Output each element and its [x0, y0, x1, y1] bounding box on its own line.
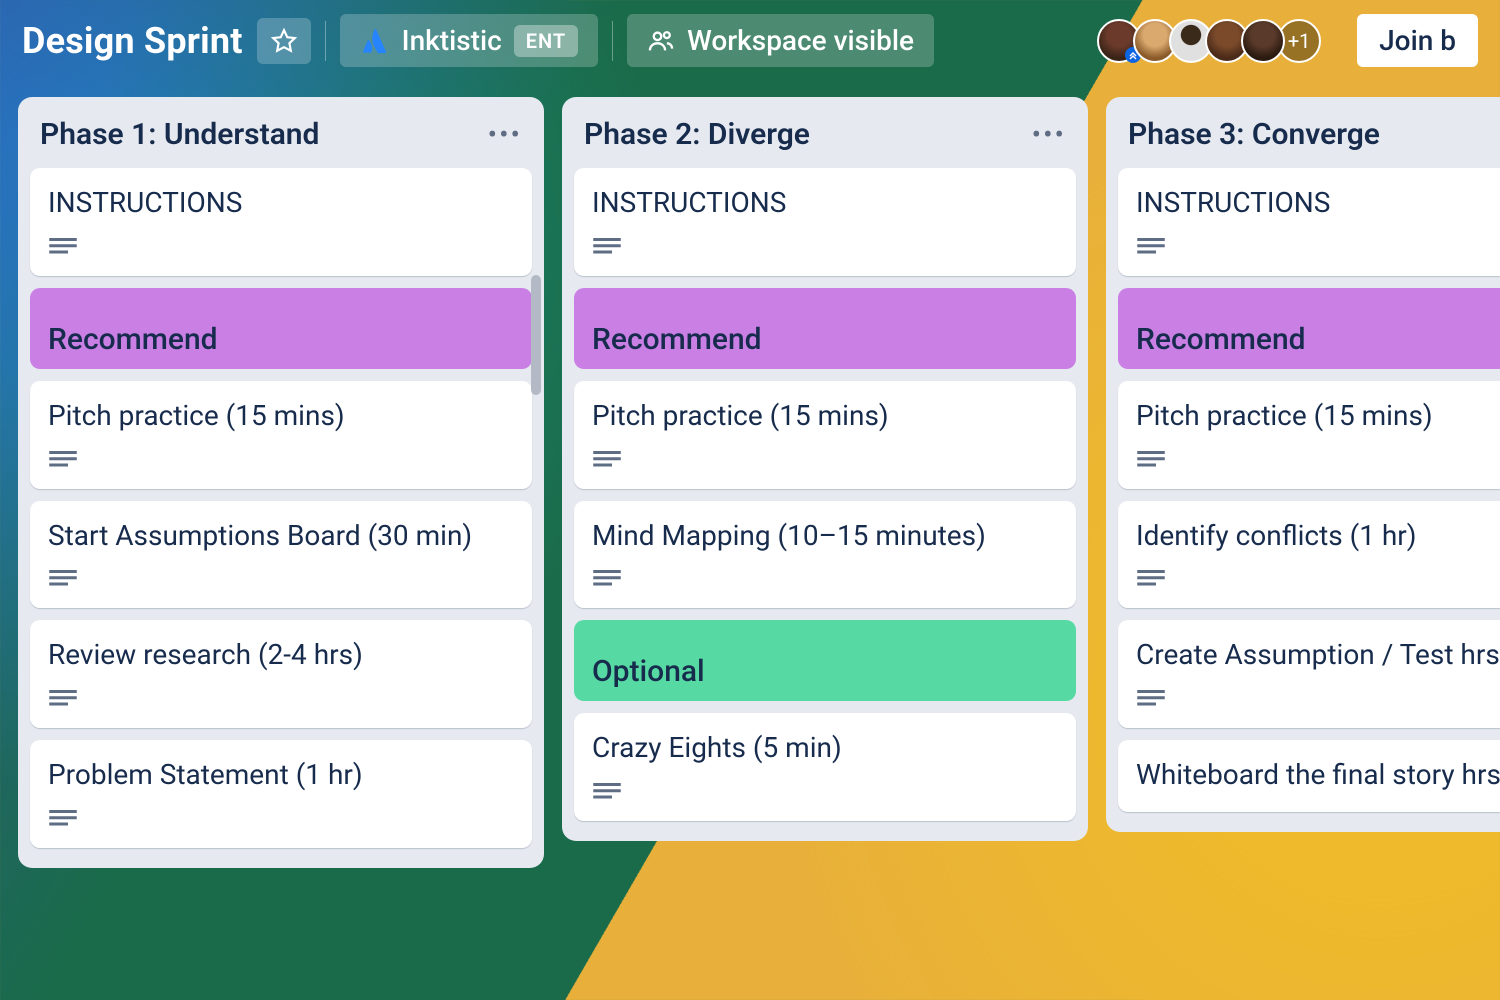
description-icon: [592, 449, 622, 471]
people-icon: [647, 27, 675, 55]
list-title[interactable]: Phase 1: Understand: [40, 117, 319, 152]
card-has-description-icon: [1136, 688, 1500, 710]
card-title: Identify conflicts (1 hr): [1136, 517, 1500, 555]
star-icon: [271, 28, 297, 54]
description-icon: [1136, 688, 1166, 710]
separator-recommend[interactable]: Recommend: [30, 288, 532, 369]
atlassian-logo-icon: [360, 26, 390, 56]
board-card[interactable]: Pitch practice (15 mins): [30, 381, 532, 489]
list-title[interactable]: Phase 3: Converge: [1128, 117, 1380, 152]
description-icon: [592, 236, 622, 258]
card-title: Start Assumptions Board (30 min): [48, 517, 514, 555]
board-card[interactable]: Identify conflicts (1 hr): [1118, 501, 1500, 609]
card-title: INSTRUCTIONS: [48, 184, 514, 222]
card-title: INSTRUCTIONS: [1136, 184, 1500, 222]
separator-label: Optional: [592, 654, 1058, 689]
card-has-description-icon: [48, 236, 514, 258]
card-has-description-icon: [48, 688, 514, 710]
board-title[interactable]: Design Sprint: [22, 20, 243, 62]
list-menu-button[interactable]: •••: [1032, 118, 1066, 151]
description-icon: [592, 568, 622, 590]
member-avatars: +1: [1105, 19, 1321, 63]
separator-label: Recommend: [48, 322, 514, 357]
card-title: Create Assumption / Test hrs): [1136, 636, 1500, 674]
star-button[interactable]: [257, 18, 311, 64]
board-card[interactable]: Whiteboard the final story hrs): [1118, 740, 1500, 812]
board-canvas[interactable]: Phase 1: Understand ••• INSTRUCTIONS Recomm…: [0, 97, 1500, 868]
card-has-description-icon: [48, 808, 514, 830]
workspace-name: Inktistic: [402, 24, 502, 57]
board-card[interactable]: INSTRUCTIONS: [1118, 168, 1500, 276]
card-has-description-icon: [592, 236, 1058, 258]
board-card[interactable]: Mind Mapping (10–15 minutes): [574, 501, 1076, 609]
workspace-plan-badge: ENT: [514, 25, 578, 57]
description-icon: [48, 808, 78, 830]
board-card[interactable]: INSTRUCTIONS: [574, 168, 1076, 276]
card-title: INSTRUCTIONS: [592, 184, 1058, 222]
workspace-switcher[interactable]: Inktistic ENT: [340, 14, 599, 67]
list-scrollbar-thumb[interactable]: [531, 275, 541, 395]
card-has-description-icon: [48, 568, 514, 590]
board-card[interactable]: Start Assumptions Board (30 min): [30, 501, 532, 609]
card-has-description-icon: [592, 568, 1058, 590]
card-title: Pitch practice (15 mins): [1136, 397, 1500, 435]
description-icon: [1136, 449, 1166, 471]
card-title: Review research (2-4 hrs): [48, 636, 514, 674]
description-icon: [1136, 568, 1166, 590]
card-has-description-icon: [1136, 449, 1500, 471]
description-icon: [48, 236, 78, 258]
separator-optional[interactable]: Optional: [574, 620, 1076, 701]
card-has-description-icon: [592, 449, 1058, 471]
board-list: Phase 3: Converge INSTRUCTIONS Recommend Pi…: [1106, 97, 1500, 832]
card-title: Pitch practice (15 mins): [48, 397, 514, 435]
board-card[interactable]: INSTRUCTIONS: [30, 168, 532, 276]
description-icon: [48, 568, 78, 590]
list-menu-button[interactable]: •••: [488, 118, 522, 151]
board-list: Phase 1: Understand ••• INSTRUCTIONS Recomm…: [18, 97, 544, 868]
header-divider: [612, 21, 613, 61]
card-has-description-icon: [1136, 236, 1500, 258]
member-avatar[interactable]: [1241, 19, 1285, 63]
board-card[interactable]: Review research (2-4 hrs): [30, 620, 532, 728]
card-title: Mind Mapping (10–15 minutes): [592, 517, 1058, 555]
card-has-description-icon: [1136, 568, 1500, 590]
board-list: Phase 2: Diverge ••• INSTRUCTIONS Recommend…: [562, 97, 1088, 841]
card-title: Pitch practice (15 mins): [592, 397, 1058, 435]
separator-label: Recommend: [1136, 322, 1500, 357]
board-card[interactable]: Pitch practice (15 mins): [574, 381, 1076, 489]
card-title: Whiteboard the final story hrs): [1136, 756, 1500, 794]
board-card[interactable]: Create Assumption / Test hrs): [1118, 620, 1500, 728]
visibility-button[interactable]: Workspace visible: [627, 14, 934, 67]
separator-label: Recommend: [592, 322, 1058, 357]
visibility-label: Workspace visible: [687, 24, 914, 57]
header-divider: [325, 21, 326, 61]
card-has-description-icon: [48, 449, 514, 471]
separator-recommend[interactable]: Recommend: [574, 288, 1076, 369]
separator-recommend[interactable]: Recommend: [1118, 288, 1500, 369]
board-card[interactable]: Pitch practice (15 mins): [1118, 381, 1500, 489]
board-card[interactable]: Crazy Eights (5 min): [574, 713, 1076, 821]
description-icon: [48, 449, 78, 471]
join-board-button[interactable]: Join b: [1357, 14, 1478, 67]
card-title: Crazy Eights (5 min): [592, 729, 1058, 767]
description-icon: [1136, 236, 1166, 258]
description-icon: [48, 688, 78, 710]
board-header: Design Sprint Inktistic ENT Workspace vi…: [0, 0, 1500, 97]
list-title[interactable]: Phase 2: Diverge: [584, 117, 810, 152]
card-title: Problem Statement (1 hr): [48, 756, 514, 794]
description-icon: [592, 781, 622, 803]
card-has-description-icon: [592, 781, 1058, 803]
board-card[interactable]: Problem Statement (1 hr): [30, 740, 532, 848]
